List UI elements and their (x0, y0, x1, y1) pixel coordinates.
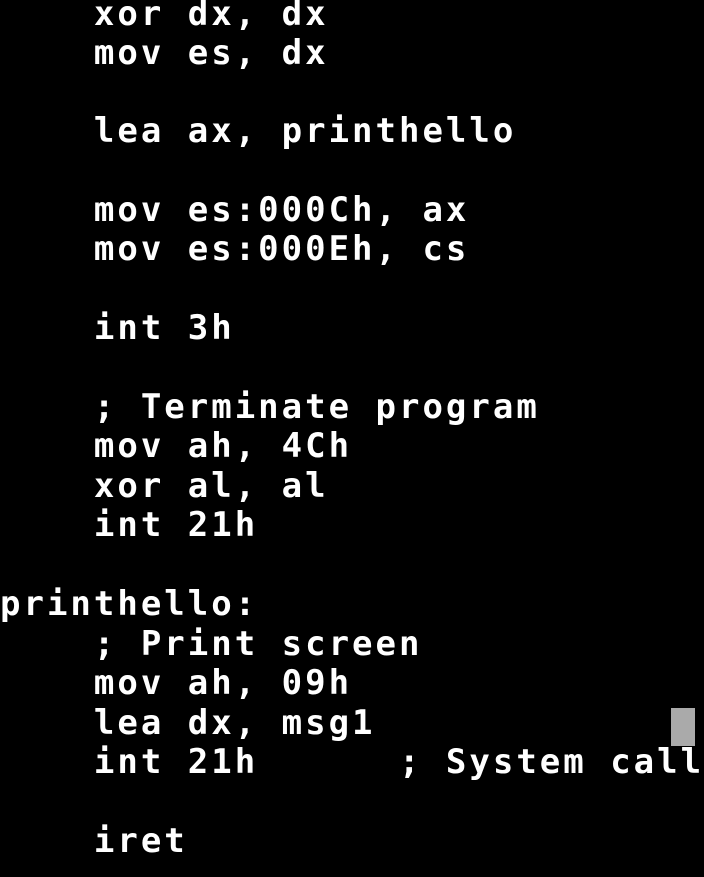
code-line: int 3h (0, 308, 235, 348)
code-label-line: printhello: (0, 584, 259, 624)
code-line: iret (0, 821, 188, 861)
code-line: mov ah, 4Ch (0, 426, 353, 466)
code-line: mov es, dx (0, 33, 329, 73)
code-line: mov es:000Ch, ax (0, 190, 470, 230)
code-line: xor dx, dx (0, 0, 329, 34)
code-line: xor al, al (0, 466, 329, 506)
code-line: lea ax, printhello (0, 111, 517, 151)
code-comment-line: ; Print screen (0, 624, 423, 664)
text-cursor (671, 708, 695, 746)
code-line: mov es:000Eh, cs (0, 229, 470, 269)
code-line: lea dx, msg1 (0, 703, 376, 743)
code-line: int 21h (0, 505, 259, 545)
terminal-screen[interactable]: xor dx, dx mov es, dx lea ax, printhello… (0, 0, 704, 877)
code-line: mov ah, 09h (0, 663, 353, 703)
code-comment-line: ; Terminate program (0, 387, 540, 427)
code-line: int 21h ; System call (0, 742, 704, 782)
